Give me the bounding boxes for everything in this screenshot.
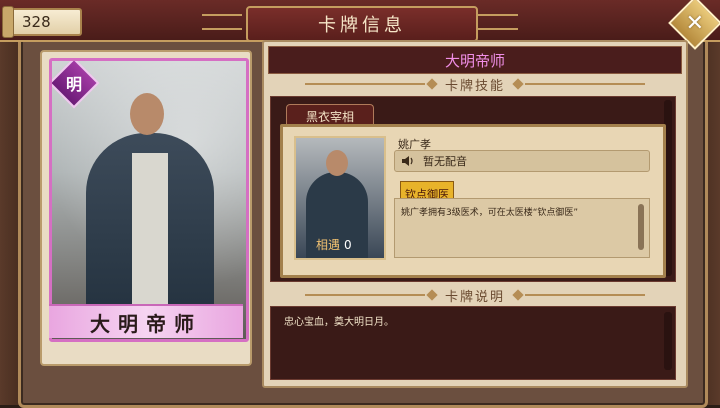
title-ornament-left: [202, 14, 242, 30]
skill-description: 姚广孝拥有3级医术，可在太医楼“钦点御医”: [401, 208, 579, 218]
card-name-banner: 大明帝师: [49, 304, 243, 338]
speaker-icon: [402, 156, 413, 166]
encounter-value: 0: [344, 238, 352, 252]
card-counter: 328: [2, 6, 82, 38]
scroll-end-icon: [2, 6, 14, 38]
skill-tab-label: 黑衣宰相: [305, 109, 354, 124]
voice-label: 暂无配音: [423, 155, 467, 168]
skill-section-header: 卡牌技能: [300, 76, 650, 94]
page-title: 卡牌信息: [318, 15, 406, 36]
title-plate: 卡牌信息: [246, 6, 478, 42]
desc-section-header: 卡牌说明: [300, 287, 650, 305]
diamond-ornament-icon: [512, 289, 524, 301]
card-name: 大明帝师: [90, 311, 202, 336]
divider: [525, 294, 645, 296]
skill-portrait: 相遇 0: [294, 136, 386, 260]
voice-player[interactable]: 暂无配音: [394, 150, 650, 172]
card-display: 明 大明帝师: [40, 50, 252, 366]
divider: [304, 83, 425, 85]
close-icon: ✕: [685, 10, 705, 36]
skill-section-title: 卡牌技能: [444, 78, 505, 94]
diamond-ornament-icon: [426, 289, 438, 301]
diamond-ornament-icon: [512, 78, 524, 90]
skill-description-box: 姚广孝拥有3级医术，可在太医楼“钦点御医”: [394, 198, 650, 258]
encounter-label: 相遇: [316, 238, 341, 252]
divider: [525, 83, 645, 85]
portrait-head: [326, 150, 348, 176]
divider: [304, 294, 425, 296]
diamond-ornament-icon: [426, 78, 438, 90]
portrait-encounter: 相遇 0: [316, 236, 352, 253]
character-head: [130, 93, 164, 135]
detail-name: 大明帝师: [444, 51, 505, 70]
description-scrollbar[interactable]: [664, 312, 672, 370]
skill-desc-scrollbar[interactable]: [638, 204, 644, 250]
counter-value: 328: [22, 13, 51, 31]
card-art: 明: [49, 58, 249, 342]
faction-label: 明: [65, 74, 83, 94]
card-description: 忠心宝血，奠大明日月。: [284, 317, 394, 328]
detail-name-banner: 大明帝师: [268, 46, 682, 74]
desc-section-title: 卡牌说明: [444, 289, 505, 305]
title-ornament-right: [478, 14, 518, 30]
